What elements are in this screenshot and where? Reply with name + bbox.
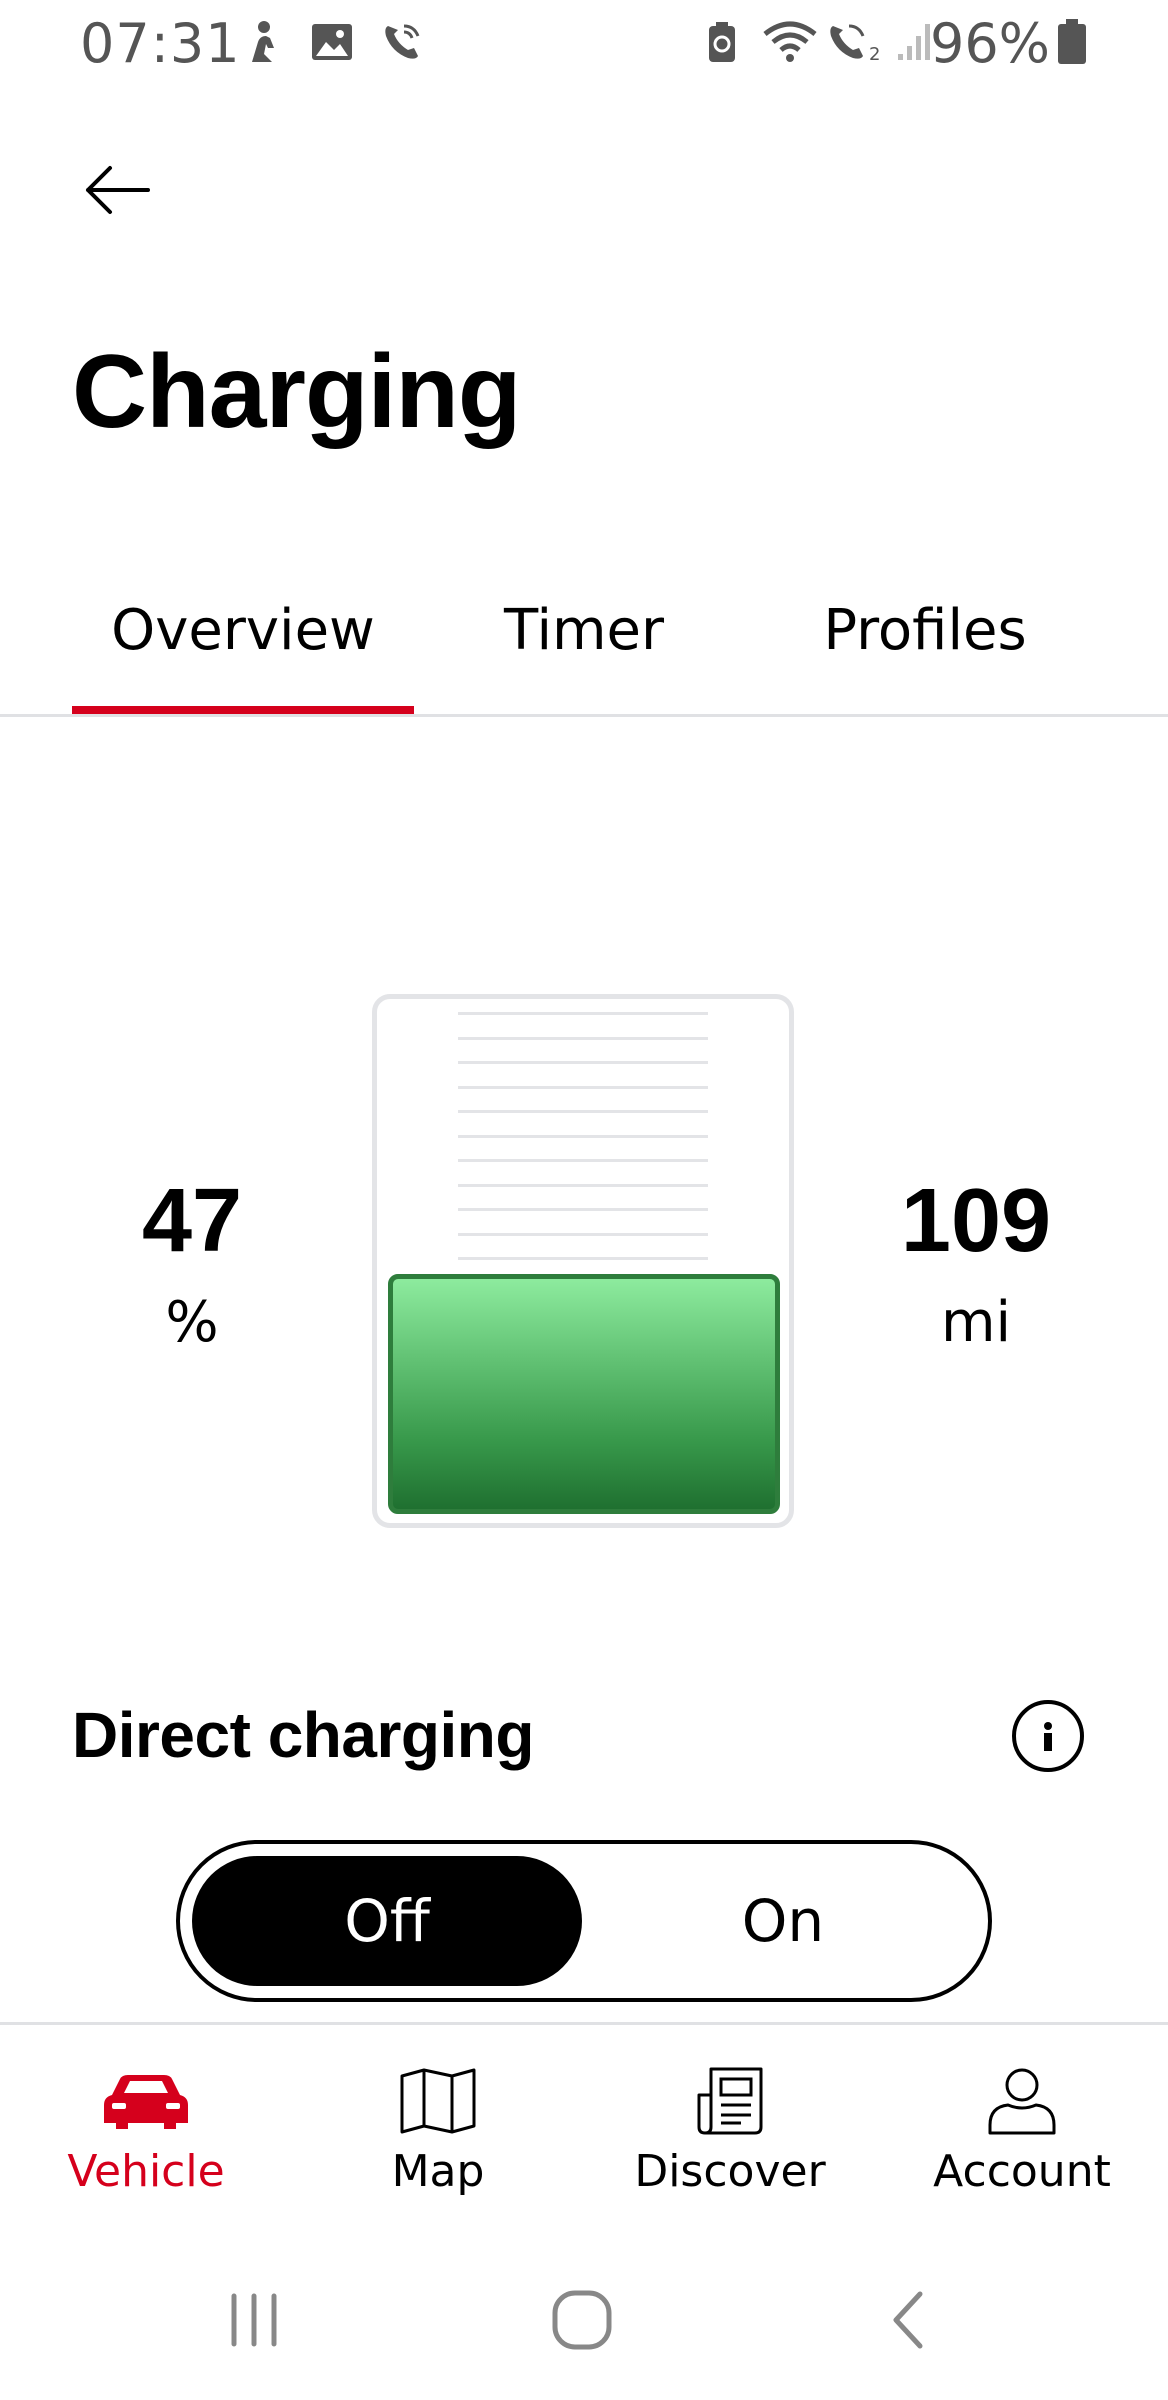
- wifi-call-2-icon: 2: [826, 18, 888, 66]
- home-icon: [552, 2290, 612, 2350]
- tab-overview[interactable]: Overview: [72, 560, 414, 700]
- gauge-scale-line: [458, 1036, 708, 1040]
- range-unit: mi: [940, 1290, 1012, 1355]
- system-back-button[interactable]: [848, 2270, 968, 2370]
- nav-account[interactable]: Account: [876, 2040, 1168, 2220]
- tab-bar: Overview Timer Profiles: [0, 560, 1168, 716]
- nav-vehicle-label: Vehicle: [67, 2146, 225, 2197]
- page-title: Charging: [72, 334, 521, 450]
- gauge-scale-line: [458, 1208, 708, 1211]
- arrow-left-icon: [86, 166, 150, 214]
- recent-apps-icon: [231, 2293, 277, 2347]
- status-time: 07:31: [80, 12, 241, 75]
- nav-map[interactable]: Map: [292, 2040, 584, 2220]
- battery-level-fill: [388, 1274, 780, 1514]
- car-icon: [0, 2056, 292, 2146]
- gauge-scale-line: [458, 1159, 708, 1162]
- nav-map-label: Map: [391, 2146, 485, 2197]
- nav-account-label: Account: [933, 2146, 1111, 2197]
- direct-charging-title: Direct charging: [72, 1699, 534, 1771]
- gauge-scale-line: [458, 1134, 708, 1138]
- nav-discover[interactable]: Discover: [584, 2040, 876, 2220]
- battery-saver-icon: [698, 18, 746, 66]
- active-tab-indicator: [72, 706, 414, 714]
- person-icon: [876, 2056, 1168, 2146]
- wifi-call-icon: [378, 18, 426, 66]
- gauge-scale-line: [458, 1232, 708, 1236]
- nav-vehicle[interactable]: Vehicle: [0, 2040, 292, 2220]
- info-button[interactable]: [1012, 1700, 1084, 1772]
- tab-timer[interactable]: Timer: [414, 560, 754, 700]
- battery-icon: [1052, 18, 1092, 66]
- map-icon: [292, 2056, 584, 2146]
- nav-discover-label: Discover: [634, 2146, 826, 2197]
- status-bar: 07:31 2 96%: [0, 0, 1168, 92]
- charge-percent-unit: %: [165, 1290, 219, 1355]
- toggle-off-option[interactable]: Off: [192, 1856, 582, 1986]
- newspaper-icon: [584, 2056, 876, 2146]
- charge-percent-value: 47: [141, 1171, 243, 1271]
- wifi-icon: [760, 18, 820, 66]
- gauge-scale-line: [458, 1110, 708, 1113]
- home-button[interactable]: [522, 2270, 642, 2370]
- svg-text:2: 2: [869, 44, 880, 64]
- info-icon: [1044, 1722, 1052, 1751]
- tab-profiles[interactable]: Profiles: [754, 560, 1096, 700]
- gauge-scale-line: [458, 1085, 708, 1089]
- recent-apps-button[interactable]: [194, 2270, 314, 2370]
- range-value: 109: [900, 1171, 1052, 1271]
- gauge-scale-line: [458, 1061, 708, 1064]
- person-walking-icon: [238, 18, 286, 66]
- tab-divider: [0, 714, 1168, 717]
- toggle-on-option[interactable]: On: [588, 1856, 978, 1986]
- gauge-scale-line: [458, 1012, 708, 1015]
- gauge-scale-line: [458, 1183, 708, 1187]
- gauge-scale-line: [458, 1257, 708, 1260]
- chevron-left-icon: [893, 2291, 923, 2349]
- back-button[interactable]: [72, 150, 162, 230]
- battery-percent: 96%: [929, 12, 1050, 75]
- bottom-nav-divider: [0, 2022, 1168, 2025]
- image-icon: [308, 18, 356, 66]
